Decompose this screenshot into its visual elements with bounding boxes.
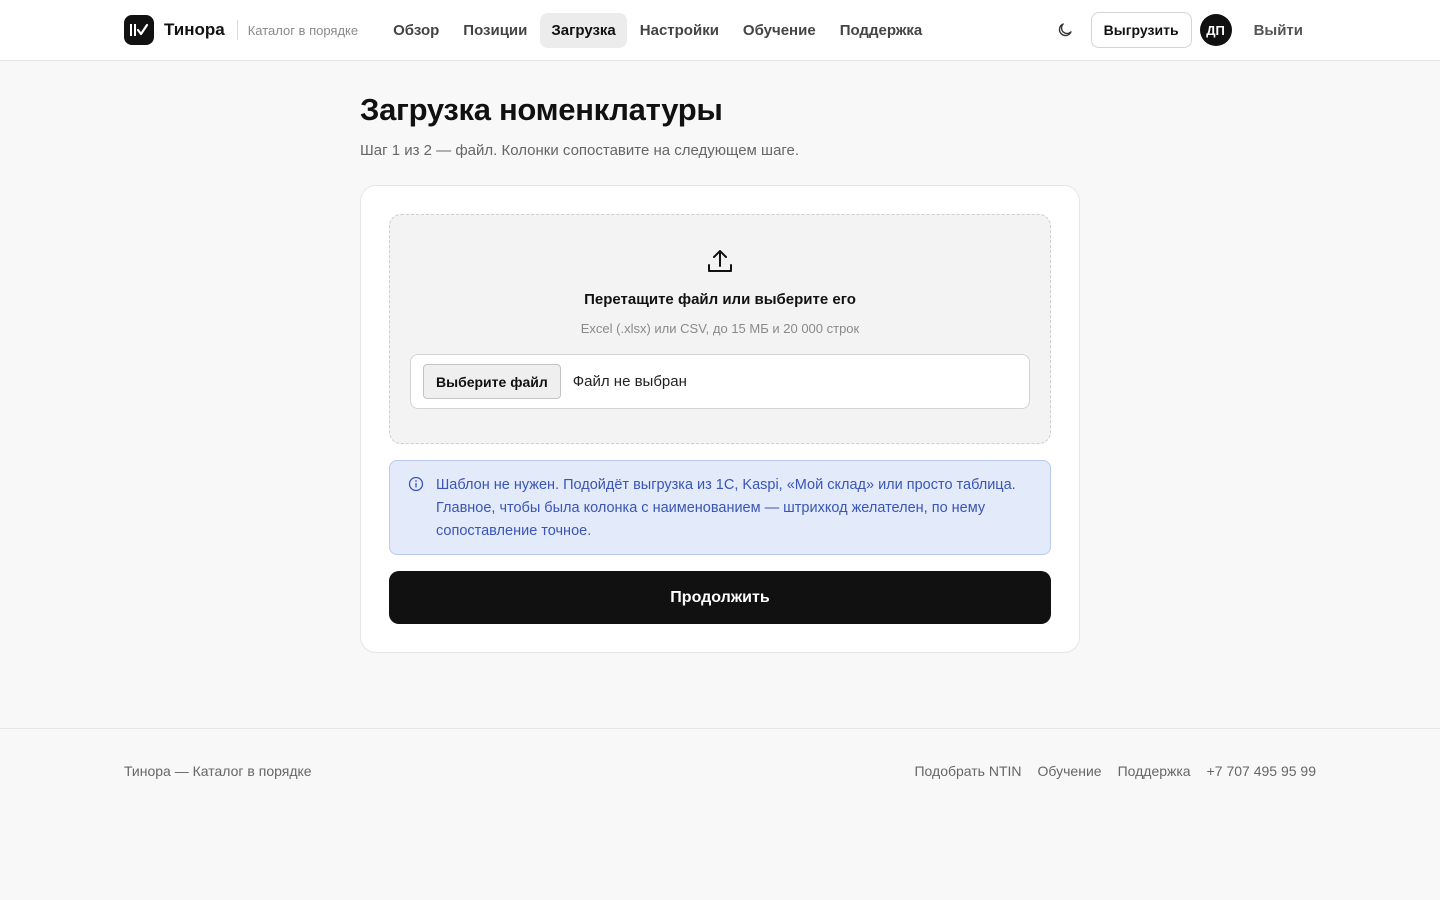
upload-card: Перетащите файл или выберите его Excel (… — [360, 185, 1080, 653]
dropzone-hint: Excel (.xlsx) или CSV, до 15 МБ и 20 000… — [580, 321, 860, 336]
avatar[interactable]: ДП — [1199, 14, 1232, 46]
footer-links: Подобрать NTIN Обучение Поддержка +7 707… — [914, 763, 1316, 779]
theme-toggle-button[interactable] — [1051, 16, 1079, 44]
top-header: Тинора Каталог в порядке Обзор Позиции З… — [0, 0, 1440, 61]
page-title: Загрузка номенклатуры — [360, 92, 723, 127]
footer-link-learning[interactable]: Обучение — [1038, 763, 1102, 779]
dropzone-title: Перетащите файл или выберите его — [584, 291, 856, 308]
choose-file-button[interactable]: Выберите файл — [423, 364, 561, 399]
file-input[interactable]: Выберите файл Файл не выбран — [410, 354, 1030, 409]
nav-item-upload[interactable]: Загрузка — [540, 12, 627, 48]
brand-name[interactable]: Тинора — [164, 20, 225, 40]
header-actions: Выгрузить ДП Выйти — [1051, 12, 1303, 48]
brand-tagline: Каталог в порядке — [247, 22, 359, 38]
main-nav: Обзор Позиции Загрузка Настройки Обучени… — [382, 12, 934, 48]
brand-divider — [236, 20, 238, 40]
info-notice: Шаблон не нужен. Подойдёт выгрузка из 1С… — [389, 460, 1051, 555]
nav-item-positions[interactable]: Позиции — [452, 13, 538, 48]
file-status: Файл не выбран — [572, 373, 687, 390]
logo-icon[interactable] — [124, 15, 154, 45]
logout-link[interactable]: Выйти — [1254, 22, 1303, 39]
nav-item-learning[interactable]: Обучение — [732, 13, 827, 48]
page-subtitle: Шаг 1 из 2 — файл. Колонки сопоставите н… — [360, 142, 800, 159]
header-inner: Тинора Каталог в порядке Обзор Позиции З… — [124, 0, 1303, 60]
info-text: Шаблон не нужен. Подойдёт выгрузка из 1С… — [436, 477, 1016, 539]
footer-copyright: Тинора — Каталог в порядке — [124, 763, 312, 779]
file-dropzone[interactable]: Перетащите файл или выберите его Excel (… — [389, 214, 1051, 444]
page-footer: Тинора — Каталог в порядке Подобрать NTI… — [0, 728, 1440, 900]
info-icon — [408, 476, 424, 492]
upload-icon — [410, 247, 1030, 275]
export-button[interactable]: Выгрузить — [1090, 12, 1192, 48]
nav-item-support[interactable]: Поддержка — [829, 13, 934, 48]
footer-link-phone[interactable]: +7 707 495 95 99 — [1207, 763, 1316, 779]
continue-button[interactable]: Продолжить — [389, 571, 1051, 624]
moon-icon — [1058, 23, 1072, 37]
main-content: Загрузка номенклатуры Шаг 1 из 2 — файл.… — [360, 92, 1080, 653]
nav-item-settings[interactable]: Настройки — [629, 13, 730, 48]
footer-link-ntin[interactable]: Подобрать NTIN — [914, 763, 1021, 779]
nav-item-overview[interactable]: Обзор — [382, 13, 450, 48]
footer-link-support[interactable]: Поддержка — [1118, 763, 1191, 779]
